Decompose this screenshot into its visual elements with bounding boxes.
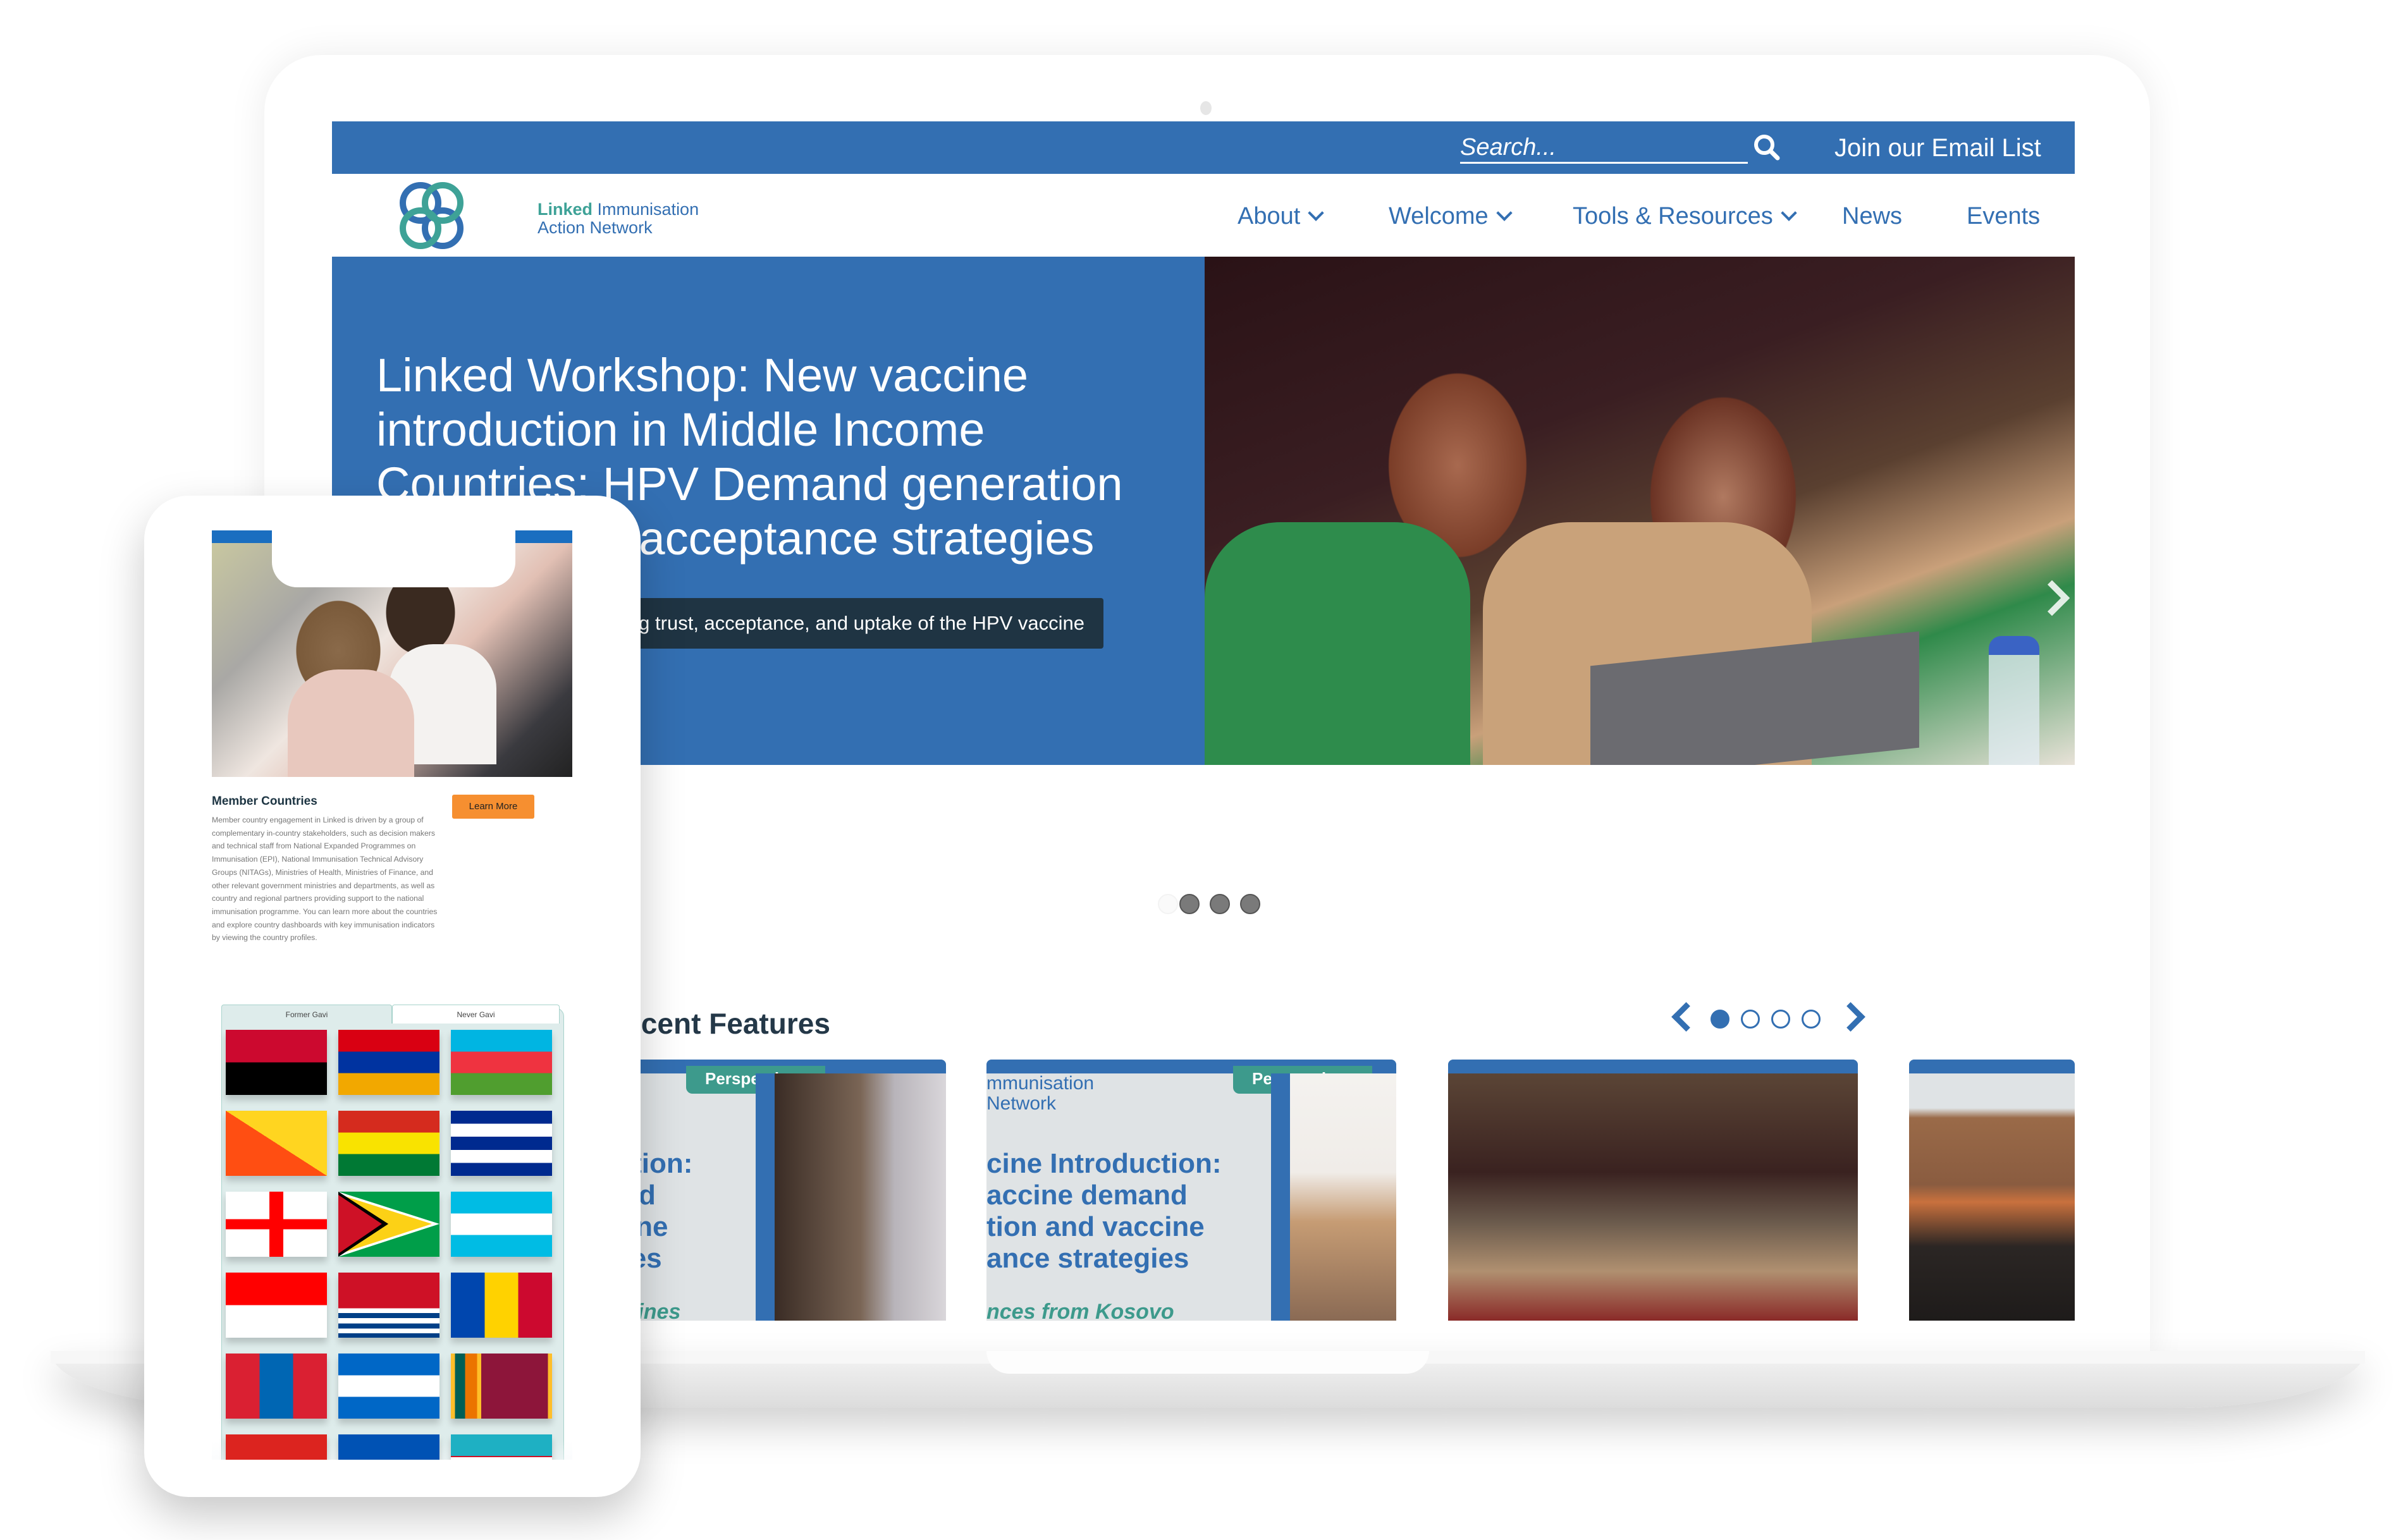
logo-line1: Immunisation [597,200,699,219]
nav-events[interactable]: Events [1967,200,2040,232]
flag-cuba[interactable] [451,1111,552,1176]
phone-screen: Member Countries Learn More Member count… [212,530,572,1460]
flag-uzbekistan[interactable] [451,1434,552,1460]
card-photo [1290,1073,1396,1321]
flag-tuvalu[interactable] [338,1434,439,1460]
card-top-bar [1909,1060,2075,1073]
hero-photo-bottle [1989,636,2039,765]
nav-about-label: About [1238,203,1301,229]
flag-nicaragua[interactable] [338,1354,439,1419]
search-input[interactable]: Search... [1460,133,1748,164]
slider-dot-2[interactable] [1179,894,1200,914]
phone-frame: Member Countries Learn More Member count… [144,496,641,1497]
laptop-camera [1200,101,1212,115]
slider-dot-4[interactable] [1240,894,1260,914]
flag-angola[interactable] [226,1030,327,1095]
features-dot-4[interactable] [1802,1010,1821,1029]
flag-moldova[interactable] [451,1273,552,1338]
nav-welcome-label: Welcome [1389,203,1489,229]
top-utility-bar: Search... Join our Email List [332,121,2075,174]
nav-tools-label: Tools & Resources [1573,203,1773,229]
logo-line2: Action Network [538,218,653,237]
card-photo [775,1073,946,1321]
logo-bold: Linked [538,200,593,219]
features-dot-1[interactable] [1711,1010,1729,1029]
nav-events-label: Events [1967,203,2041,229]
card-org-name: mmunisation Network [986,1073,1095,1114]
flag-bolivia[interactable] [338,1111,439,1176]
flag-sri-lanka[interactable] [451,1354,552,1419]
flag-armenia[interactable] [338,1030,439,1095]
main-navbar: Linked Immunisation Action Network About… [332,174,2075,259]
card-title: cine Introduction: accine demand tion an… [986,1148,1222,1274]
feature-card[interactable] [1448,1060,1858,1321]
feature-card[interactable]: mmunisation Network Perspectives cine In… [986,1060,1396,1321]
card-photo [1909,1073,2075,1321]
laptop-base-notch [986,1351,1429,1374]
flag-georgia[interactable] [226,1192,327,1257]
guyana-arrowhead-icon [338,1192,439,1257]
nav-tools-resources[interactable]: Tools & Resources [1573,200,1797,232]
slider-dot-3[interactable] [1210,894,1230,914]
flag-bhutan[interactable] [226,1111,327,1176]
flag-timor-leste[interactable] [226,1434,327,1460]
logo-text: Linked Immunisation Action Network [538,200,699,237]
nav-welcome[interactable]: Welcome [1389,200,1513,232]
flag-guyana[interactable] [338,1192,439,1257]
join-email-list-link[interactable]: Join our Email List [1834,130,2041,166]
chevron-down-icon [1496,205,1513,221]
flag-mongolia[interactable] [226,1354,327,1419]
features-dot-2[interactable] [1741,1010,1760,1029]
nav-news-label: News [1842,203,1903,229]
nav-news[interactable]: News [1842,200,1902,232]
flag-azerbaijan[interactable] [451,1030,552,1095]
site-logo[interactable]: Linked Immunisation Action Network [395,179,699,252]
flag-grid [212,530,572,1460]
chevron-right-icon[interactable] [1836,1002,1865,1032]
chevron-left-icon[interactable] [1671,1002,1701,1032]
features-dot-3[interactable] [1771,1010,1790,1029]
chevron-down-icon [1781,205,1797,221]
flag-honduras[interactable] [451,1192,552,1257]
slider-dot-1[interactable] [1158,894,1178,914]
search-icon[interactable] [1751,131,1783,163]
linked-logo-icon [400,182,464,249]
chevron-down-icon [1308,205,1325,221]
card-subtitle: nces from Kosovo [986,1300,1174,1321]
card-photo [1448,1073,1858,1321]
flag-indonesia[interactable] [226,1273,327,1338]
nav-about[interactable]: About [1238,200,1325,232]
hero-photo-person [1205,522,1470,765]
feature-card[interactable] [1909,1060,2075,1321]
flag-kiribati[interactable] [338,1273,439,1338]
card-top-bar [1448,1060,1858,1073]
